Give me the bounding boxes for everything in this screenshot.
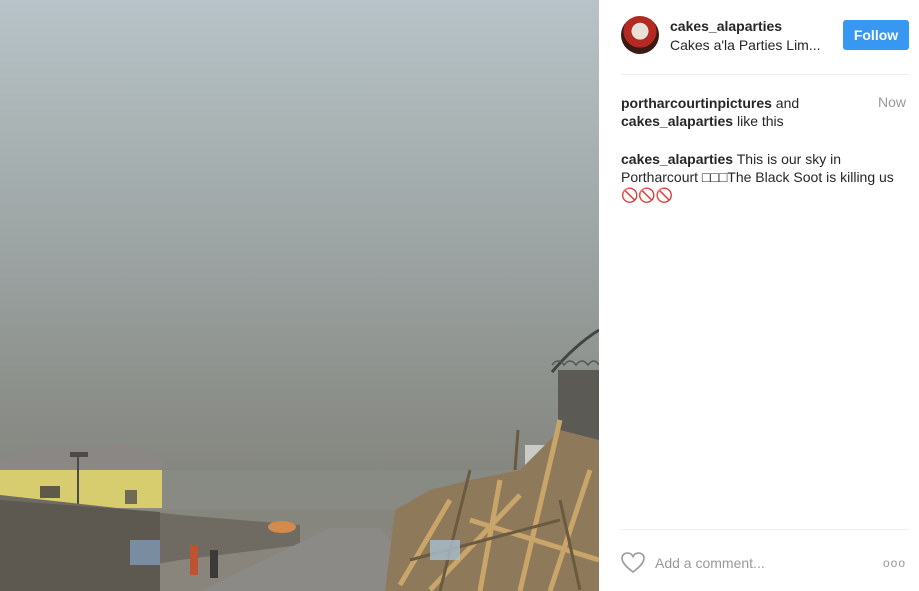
more-options-icon[interactable]: ooo	[883, 556, 906, 570]
likes-summary: portharcourtinpictures and cakes_alapart…	[621, 94, 871, 130]
liker-link-2[interactable]: cakes_alaparties	[621, 113, 733, 129]
avatar[interactable]	[621, 16, 659, 54]
post-caption: cakes_alaparties This is our sky in Port…	[621, 150, 905, 204]
follow-button[interactable]: Follow	[843, 20, 909, 50]
caption-emoji: 🚫🚫🚫	[621, 187, 674, 203]
post-sidebar: cakes_alaparties Cakes a'la Parties Lim.…	[599, 0, 919, 591]
post-header: cakes_alaparties Cakes a'la Parties Lim.…	[621, 16, 911, 56]
likes-suffix: like this	[733, 113, 784, 129]
username-link[interactable]: cakes_alaparties	[670, 18, 782, 34]
caption-username-link[interactable]: cakes_alaparties	[621, 151, 733, 167]
instagram-post: cakes_alaparties Cakes a'la Parties Lim.…	[0, 0, 919, 591]
comment-divider	[621, 529, 909, 530]
liker-link-1[interactable]: portharcourtinpictures	[621, 95, 772, 111]
comment-bar: Add a comment... ooo	[621, 550, 911, 578]
heart-icon[interactable]	[621, 552, 645, 579]
post-photo[interactable]	[0, 0, 599, 591]
comment-input[interactable]: Add a comment...	[655, 555, 765, 571]
full-name: Cakes a'la Parties Lim...	[670, 37, 821, 53]
post-timestamp: Now	[878, 94, 907, 110]
header-divider	[621, 74, 909, 75]
hazy-street-scene	[0, 328, 599, 591]
likes-conjunction: and	[771, 95, 800, 111]
